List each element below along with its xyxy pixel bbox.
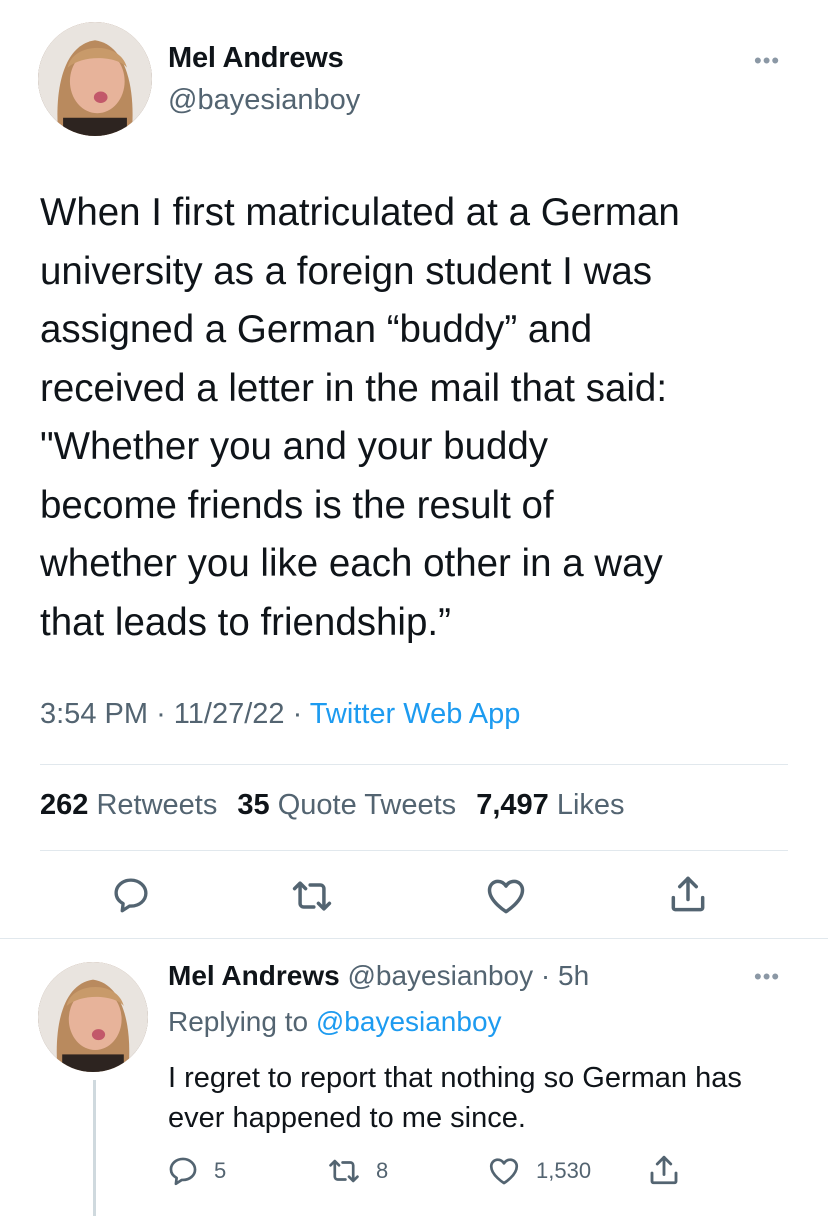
- replying-to-handle[interactable]: @bayesianboy: [316, 1006, 502, 1037]
- meta-separator: ·: [156, 698, 174, 730]
- tweet-stats: 262 Retweets 35 Quote Tweets 7,497 Likes: [40, 789, 625, 822]
- avatar-photo: [38, 22, 152, 136]
- tweet-time[interactable]: 3:54 PM: [40, 698, 148, 730]
- like-button[interactable]: [484, 874, 528, 918]
- retweets-label: Retweets: [96, 789, 218, 821]
- tweet-separator: [0, 938, 828, 939]
- reply-header: Mel Andrews @bayesianboy · 5h: [168, 960, 589, 992]
- likes-stat[interactable]: 7,497 Likes: [476, 789, 624, 821]
- tweet-date[interactable]: 11/27/22: [174, 698, 285, 730]
- retweets-stat[interactable]: 262 Retweets: [40, 789, 217, 821]
- divider: [40, 850, 788, 851]
- meta-separator: ·: [292, 698, 310, 730]
- reply-icon: [114, 878, 148, 913]
- reply-reply-button[interactable]: 5: [166, 1154, 226, 1188]
- replying-prefix: Replying to: [168, 1006, 309, 1037]
- reply-count: 5: [214, 1158, 227, 1183]
- quotes-stat[interactable]: 35 Quote Tweets: [237, 789, 456, 821]
- replying-to: Replying to @bayesianboy: [168, 1006, 502, 1038]
- author-name[interactable]: Mel Andrews: [168, 42, 344, 75]
- share-button[interactable]: [666, 872, 710, 916]
- reply-author-avatar[interactable]: [38, 962, 148, 1072]
- reply-retweet-button[interactable]: 8: [326, 1154, 388, 1188]
- divider: [40, 764, 788, 765]
- avatar-photo: [38, 962, 148, 1072]
- retweets-count: 262: [40, 789, 89, 821]
- reply-share-button[interactable]: [646, 1152, 696, 1188]
- share-icon: [671, 876, 705, 912]
- tweet-text: When I first matriculated at a German un…: [40, 191, 680, 644]
- meta-separator: ·: [533, 960, 558, 991]
- tweet-meta: 3:54 PM · 11/27/22 · Twitter Web App: [40, 698, 520, 731]
- retweet-count: 8: [376, 1158, 389, 1183]
- quotes-label: Quote Tweets: [277, 789, 457, 821]
- more-icon[interactable]: •••: [754, 48, 780, 74]
- like-count: 1,530: [536, 1158, 592, 1183]
- retweet-button[interactable]: [290, 874, 334, 918]
- heart-icon: [489, 1158, 519, 1185]
- author-avatar[interactable]: [38, 22, 152, 136]
- author-handle[interactable]: @bayesianboy: [168, 84, 360, 117]
- reply-like-button[interactable]: 1,530: [486, 1154, 591, 1188]
- more-icon[interactable]: •••: [754, 964, 780, 990]
- heart-icon: [487, 879, 525, 914]
- reply-author-handle[interactable]: @bayesianboy: [347, 960, 533, 991]
- reply-button[interactable]: [110, 874, 152, 916]
- retweet-icon: [329, 1159, 359, 1183]
- reply-text: I regret to report that nothing so Germa…: [168, 1062, 742, 1134]
- share-icon: [650, 1155, 678, 1185]
- reply-age[interactable]: 5h: [558, 960, 589, 991]
- tweet-source[interactable]: Twitter Web App: [310, 698, 521, 730]
- retweet-icon: [292, 881, 332, 911]
- likes-count: 7,497: [476, 789, 549, 821]
- thread-line: [93, 1080, 96, 1216]
- likes-label: Likes: [556, 789, 625, 821]
- reply-icon: [169, 1157, 197, 1186]
- quotes-count: 35: [237, 789, 270, 821]
- reply-author-name[interactable]: Mel Andrews: [168, 960, 340, 991]
